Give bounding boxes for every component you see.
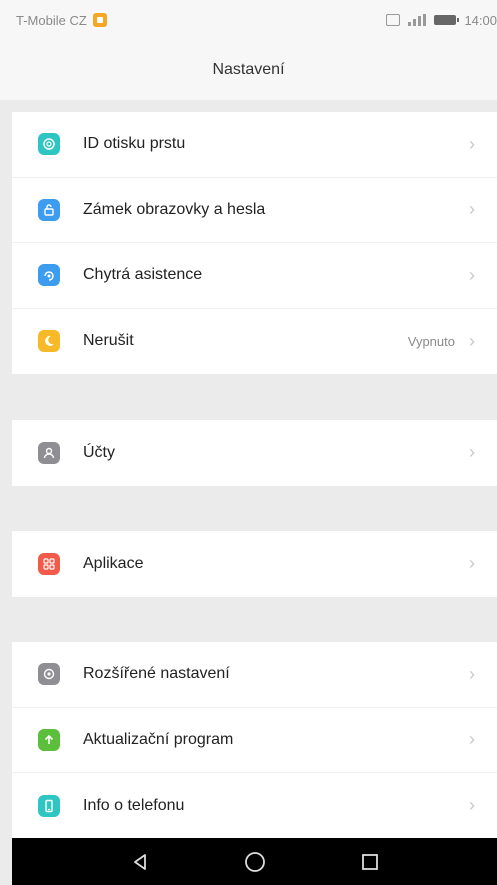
clock: 14:00 [464,12,497,28]
settings-item-label: Účty [83,443,115,461]
assist-icon [38,264,60,287]
settings-item-label: Aplikace [83,554,144,572]
chevron-right-icon: › [469,330,475,351]
settings-group-security: ID otisku prstu › Zámek obrazovky a hesl… [12,112,497,374]
carrier-label: T-Mobile CZ [16,12,87,28]
fingerprint-icon [38,133,60,156]
navigation-bar [12,838,497,885]
account-icon [38,441,60,464]
chevron-right-icon: › [469,795,475,816]
settings-item-label: Zámek obrazovky a hesla [83,200,266,218]
chevron-right-icon: › [469,264,475,285]
settings-item-system-update[interactable]: Aktualizační program › [12,708,497,773]
settings-item-accounts[interactable]: Účty › [12,420,497,486]
settings-item-label: Chytrá asistence [83,266,203,284]
back-icon[interactable] [125,847,155,877]
status-left: T-Mobile CZ [16,13,107,28]
settings-item-label: ID otisku prstu [83,135,186,153]
settings-item-smart-assist[interactable]: Chytrá asistence › [12,243,497,309]
status-right: 14:00 [386,13,497,28]
phone-info-icon [38,794,60,817]
settings-item-value: Vypnuto [407,333,455,349]
status-bar: T-Mobile CZ 14:00 [0,0,497,40]
settings-item-apps[interactable]: Aplikace › [12,531,497,597]
page-title: Nastavení [212,61,285,78]
settings-group-accounts: Účty › [12,420,497,486]
settings-item-screen-lock[interactable]: Zámek obrazovky a hesla › [12,178,497,243]
chevron-right-icon: › [469,663,475,684]
settings-item-advanced[interactable]: Rozšířené nastavení › [12,642,497,708]
chevron-right-icon: › [469,553,475,574]
settings-item-label: Aktualizační program [83,730,234,748]
gear-icon [38,663,60,686]
settings-item-do-not-disturb[interactable]: Nerušit Vypnuto › [12,309,497,375]
moon-icon [38,330,60,353]
settings-item-about-phone[interactable]: Info o telefonu › [12,773,497,839]
update-icon [38,728,60,751]
signal-icon [408,14,427,26]
lock-icon [38,198,60,221]
settings-item-label: Rozšířené nastavení [83,665,230,683]
chevron-right-icon: › [469,729,475,750]
settings-group-system: Rozšířené nastavení › Aktualizační progr… [12,642,497,839]
settings-item-label: Info o telefonu [83,796,185,814]
sim-icon [386,14,401,26]
settings-item-fingerprint[interactable]: ID otisku prstu › [12,112,497,178]
settings-group-apps: Aplikace › [12,531,497,597]
notification-icon [92,13,107,27]
chevron-right-icon: › [469,199,475,220]
chevron-right-icon: › [469,442,475,463]
apps-icon [38,552,60,575]
settings-item-label: Nerušit [83,332,134,350]
battery-icon [434,15,460,25]
recent-apps-icon[interactable] [355,847,385,877]
chevron-right-icon: › [469,133,475,154]
page-title-bar: Nastavení [0,40,497,100]
home-icon[interactable] [240,847,270,877]
